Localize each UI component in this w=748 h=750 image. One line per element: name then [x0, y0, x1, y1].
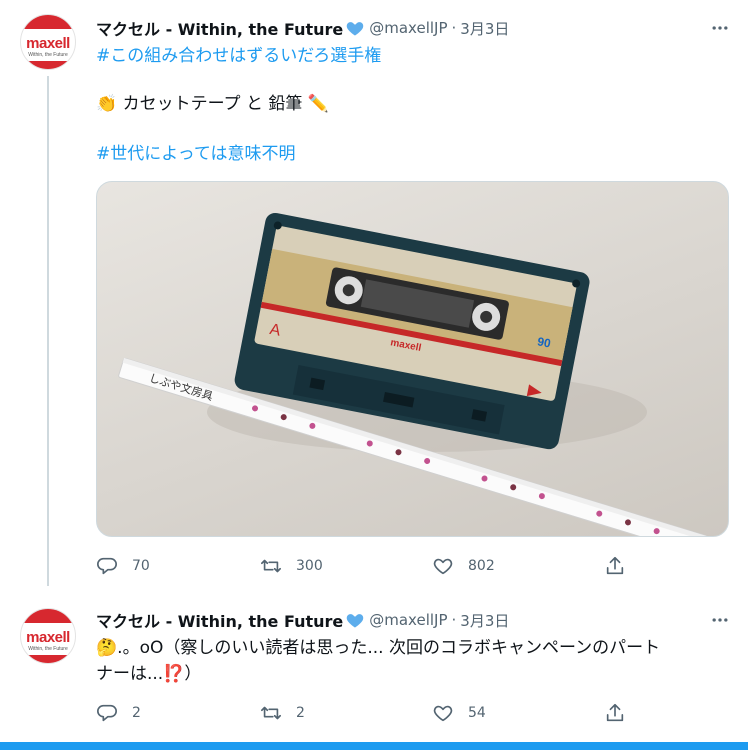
avatar-stripe	[21, 61, 75, 69]
avatar-stripe	[21, 609, 75, 623]
author-name[interactable]: マクセル - Within, the Future	[96, 608, 343, 632]
like-count: 802	[468, 558, 495, 574]
reply-icon	[97, 557, 117, 575]
cassette-and-pencil-illustration: maxell A 90 しぶや文房具	[118, 212, 708, 536]
avatar[interactable]: maxell Within, the Future	[20, 14, 76, 70]
avatar-stripe	[21, 655, 75, 663]
tweet-header: マクセル - Within, the Future @maxellJP · 3月…	[96, 17, 509, 39]
hashtag-link[interactable]: #この組み合わせはずるいだろ選手権	[96, 44, 381, 68]
avatar-tagline: Within, the Future	[28, 52, 68, 58]
share-icon	[606, 703, 624, 722]
tweet-text: 🤔.。oO（察しのいい読者は思った... 次回のコラボキャンペーンのパート	[96, 638, 661, 658]
author-handle[interactable]: @maxellJP	[369, 611, 447, 629]
reply-icon	[97, 704, 117, 722]
bottom-accent-bar	[0, 742, 748, 750]
retweet-count: 300	[296, 558, 323, 574]
reply-count: 70	[132, 558, 150, 574]
reply-button[interactable]: 70	[96, 555, 150, 577]
avatar-stripe	[21, 15, 75, 29]
retweet-icon	[261, 706, 281, 720]
retweet-button[interactable]: 2	[260, 702, 305, 724]
tweet-date[interactable]: 3月3日	[460, 18, 509, 39]
avatar[interactable]: maxell Within, the Future	[20, 608, 76, 664]
tweet-text: 👏 カセットテープ と 鉛筆 ✏️	[96, 94, 329, 114]
heart-icon	[433, 558, 453, 575]
more-options-icon[interactable]	[708, 608, 732, 632]
tweet-header: マクセル - Within, the Future @maxellJP · 3月…	[96, 609, 509, 631]
share-button[interactable]	[604, 555, 626, 577]
tweet-actions: 70 300 802	[96, 555, 636, 577]
tweet-date[interactable]: 3月3日	[460, 610, 509, 631]
like-count: 54	[468, 705, 486, 721]
heart-icon	[433, 705, 453, 722]
retweet-button[interactable]: 300	[260, 555, 323, 577]
tweet-actions: 2 2 54	[96, 702, 636, 724]
retweet-icon	[261, 559, 281, 573]
separator-dot: ·	[451, 19, 457, 37]
reply-button[interactable]: 2	[96, 702, 141, 724]
tweet-text: ナーは...⁉️）	[96, 664, 202, 684]
avatar-logo: maxell	[26, 35, 70, 52]
separator-dot: ·	[451, 611, 457, 629]
thread-line	[47, 76, 49, 586]
like-button[interactable]: 54	[432, 702, 486, 724]
hashtag-link[interactable]: #世代によっては意味不明	[96, 142, 296, 166]
share-button[interactable]	[604, 702, 626, 724]
retweet-count: 2	[296, 705, 305, 721]
tweet-photo[interactable]: maxell A 90 しぶや文房具	[96, 181, 729, 537]
blue-heart-icon	[345, 610, 365, 630]
author-handle[interactable]: @maxellJP	[369, 19, 447, 37]
more-options-icon[interactable]	[708, 16, 732, 40]
avatar-logo: maxell	[26, 629, 70, 646]
share-icon	[606, 556, 624, 575]
avatar-tagline: Within, the Future	[28, 646, 68, 652]
blue-heart-icon	[345, 18, 365, 38]
reply-count: 2	[132, 705, 141, 721]
like-button[interactable]: 802	[432, 555, 495, 577]
author-name[interactable]: マクセル - Within, the Future	[96, 16, 343, 40]
